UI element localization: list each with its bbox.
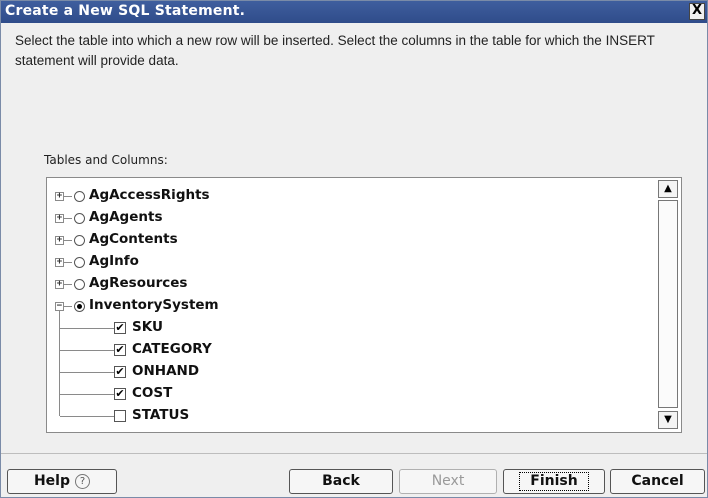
tree-table-row[interactable]: − InventorySystem xyxy=(47,295,647,317)
column-checkbox[interactable]: ✔ xyxy=(114,366,126,378)
tree-column-row[interactable]: ✔ COST xyxy=(47,383,647,405)
tree-connector-line xyxy=(64,218,72,219)
instructions-text: Select the table into which a new row wi… xyxy=(15,33,655,68)
table-name-label: AgContents xyxy=(89,231,178,247)
column-checkbox[interactable]: ✔ xyxy=(114,344,126,356)
scrollbar-thumb[interactable] xyxy=(658,200,678,408)
cancel-button[interactable]: Cancel xyxy=(610,469,705,494)
collapse-icon[interactable]: − xyxy=(55,302,64,311)
dialog-title: Create a New SQL Statement. xyxy=(5,3,246,19)
expand-icon[interactable]: + xyxy=(55,214,64,223)
column-checkbox[interactable]: ✔ xyxy=(114,388,126,400)
tree-connector-line xyxy=(64,306,72,307)
table-radio-button[interactable] xyxy=(74,301,85,312)
column-name-label: CATEGORY xyxy=(132,341,212,357)
tree-connector-line xyxy=(60,328,114,329)
tree-column-row[interactable]: ✔ SKU xyxy=(47,317,647,339)
table-name-label: AgResources xyxy=(89,275,188,291)
tree-connector-line xyxy=(60,350,114,351)
tree-connector-line xyxy=(60,372,114,373)
tables-columns-label: Tables and Columns: xyxy=(44,153,168,167)
next-button[interactable]: Next xyxy=(399,469,497,494)
footer-divider xyxy=(1,453,707,454)
column-name-label: STATUS xyxy=(132,407,190,423)
column-name-label: SKU xyxy=(132,319,163,335)
column-name-label: COST xyxy=(132,385,173,401)
finish-button[interactable]: Finish xyxy=(503,469,605,494)
tree-connector-line xyxy=(64,240,72,241)
table-radio-button[interactable] xyxy=(74,257,85,268)
table-name-label: AgInfo xyxy=(89,253,139,269)
title-bar[interactable]: Create a New SQL Statement. X xyxy=(1,1,707,23)
table-name-label: AgAgents xyxy=(89,209,163,225)
tree-column-row[interactable]: STATUS xyxy=(47,405,647,427)
table-name-label: InventorySystem xyxy=(89,297,219,313)
tree-column-row[interactable]: ✔ ONHAND xyxy=(47,361,647,383)
chevron-down-icon[interactable]: ▼ xyxy=(658,411,678,429)
table-radio-button[interactable] xyxy=(74,235,85,246)
tree-table-row[interactable]: + AgAgents xyxy=(47,207,647,229)
tree-column-row[interactable]: ✔ CATEGORY xyxy=(47,339,647,361)
tree-table-row[interactable]: + AgInfo xyxy=(47,251,647,273)
help-button[interactable]: Help? xyxy=(7,469,117,494)
chevron-up-icon[interactable]: ▲ xyxy=(658,180,678,198)
help-question-icon: ? xyxy=(75,474,91,489)
expand-icon[interactable]: + xyxy=(55,236,64,245)
close-button[interactable]: X xyxy=(689,3,705,20)
tree-connector-line xyxy=(64,196,72,197)
tree-content: + AgAccessRights + AgAgents + AgContents + AgIn… xyxy=(47,178,655,432)
column-checkbox[interactable] xyxy=(114,410,126,422)
column-name-label: ONHAND xyxy=(132,363,200,379)
table-radio-button[interactable] xyxy=(74,213,85,224)
back-button[interactable]: Back xyxy=(289,469,393,494)
help-button-label: Help xyxy=(33,473,71,489)
tree-table-row[interactable]: + AgAccessRights xyxy=(47,185,647,207)
column-checkbox[interactable]: ✔ xyxy=(114,322,126,334)
vertical-scrollbar[interactable]: ▲ ▼ xyxy=(655,178,681,432)
expand-icon[interactable]: + xyxy=(55,258,64,267)
tree-connector-line xyxy=(60,416,114,417)
tree-table-row[interactable]: + AgResources xyxy=(47,273,647,295)
tree-connector-line xyxy=(60,394,114,395)
tables-columns-tree: + AgAccessRights + AgAgents + AgContents + AgIn… xyxy=(46,177,682,433)
table-radio-button[interactable] xyxy=(74,191,85,202)
expand-icon[interactable]: + xyxy=(55,280,64,289)
tree-table-row[interactable]: + AgContents xyxy=(47,229,647,251)
finish-button-label: Finish xyxy=(519,472,589,491)
tree-connector-line xyxy=(64,262,72,263)
expand-icon[interactable]: + xyxy=(55,192,64,201)
sql-dialog-window: Create a New SQL Statement. X Select the… xyxy=(0,0,708,498)
table-radio-button[interactable] xyxy=(74,279,85,290)
table-name-label: AgAccessRights xyxy=(89,187,210,203)
tree-connector-line xyxy=(64,284,72,285)
